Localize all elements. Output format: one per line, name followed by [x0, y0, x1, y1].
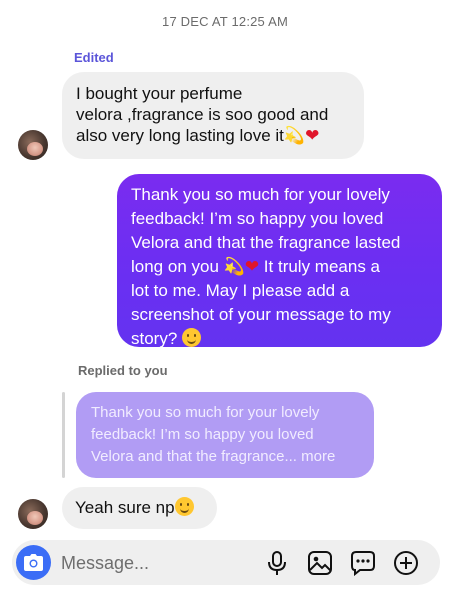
camera-icon	[24, 554, 43, 571]
microphone-icon	[268, 551, 286, 575]
message-line: It truly means a	[263, 257, 381, 276]
message-line: feedback! I’m so happy you loved	[131, 209, 384, 228]
message-text: Yeah sure np	[75, 498, 175, 517]
incoming-message-bubble[interactable]: I bought your perfume velora ,fragrance …	[62, 72, 364, 159]
quote-line: Velora and that the fragrance... more	[91, 448, 336, 465]
quoted-message[interactable]: Thank you so much for your lovely feedba…	[76, 392, 374, 478]
quote-line: feedback! I’m so happy you loved	[91, 426, 314, 443]
smiling-face-emoji	[182, 328, 202, 347]
edited-label: Edited	[74, 50, 114, 65]
microphone-button[interactable]	[264, 550, 290, 576]
message-line: long on you	[131, 257, 219, 276]
message-line: also very long lasting love it	[76, 126, 284, 145]
message-line: Thank you so much for your lovely	[131, 185, 390, 204]
add-button[interactable]	[393, 550, 419, 576]
reply-indicator-bar	[62, 392, 65, 478]
camera-button[interactable]	[16, 545, 51, 580]
message-input[interactable]	[61, 552, 261, 574]
gallery-button[interactable]	[307, 550, 333, 576]
message-line: screenshot of your message to my	[131, 305, 391, 324]
red-heart-emoji: ❤	[244, 257, 260, 276]
message-line: velora ,fragrance is soo good and	[76, 105, 329, 124]
sticker-icon	[351, 551, 375, 577]
sticker-button[interactable]	[350, 550, 376, 577]
message-line: story?	[131, 329, 178, 348]
add-icon	[394, 551, 418, 575]
message-composer	[12, 540, 440, 585]
message-line: I bought your perfume	[76, 84, 243, 103]
dizzy-emoji: 💫	[223, 257, 245, 276]
quote-line: Thank you so much for your lovely	[91, 404, 320, 421]
message-line: lot to me. May I please add a	[131, 281, 350, 300]
replied-to-label: Replied to you	[78, 363, 168, 378]
sender-avatar[interactable]	[18, 499, 48, 529]
dizzy-emoji: 💫	[283, 126, 306, 145]
message-line: Velora and that the fragrance lasted	[131, 233, 401, 252]
message-timestamp: 17 DEC AT 12:25 AM	[162, 14, 288, 29]
incoming-message-bubble[interactable]: Yeah sure np	[62, 487, 217, 529]
red-heart-emoji: ❤	[305, 126, 320, 145]
sender-avatar[interactable]	[18, 130, 48, 160]
outgoing-message-bubble[interactable]: Thank you so much for your lovely feedba…	[117, 174, 442, 348]
smiling-face-emoji	[174, 497, 194, 516]
gallery-icon	[308, 551, 332, 575]
